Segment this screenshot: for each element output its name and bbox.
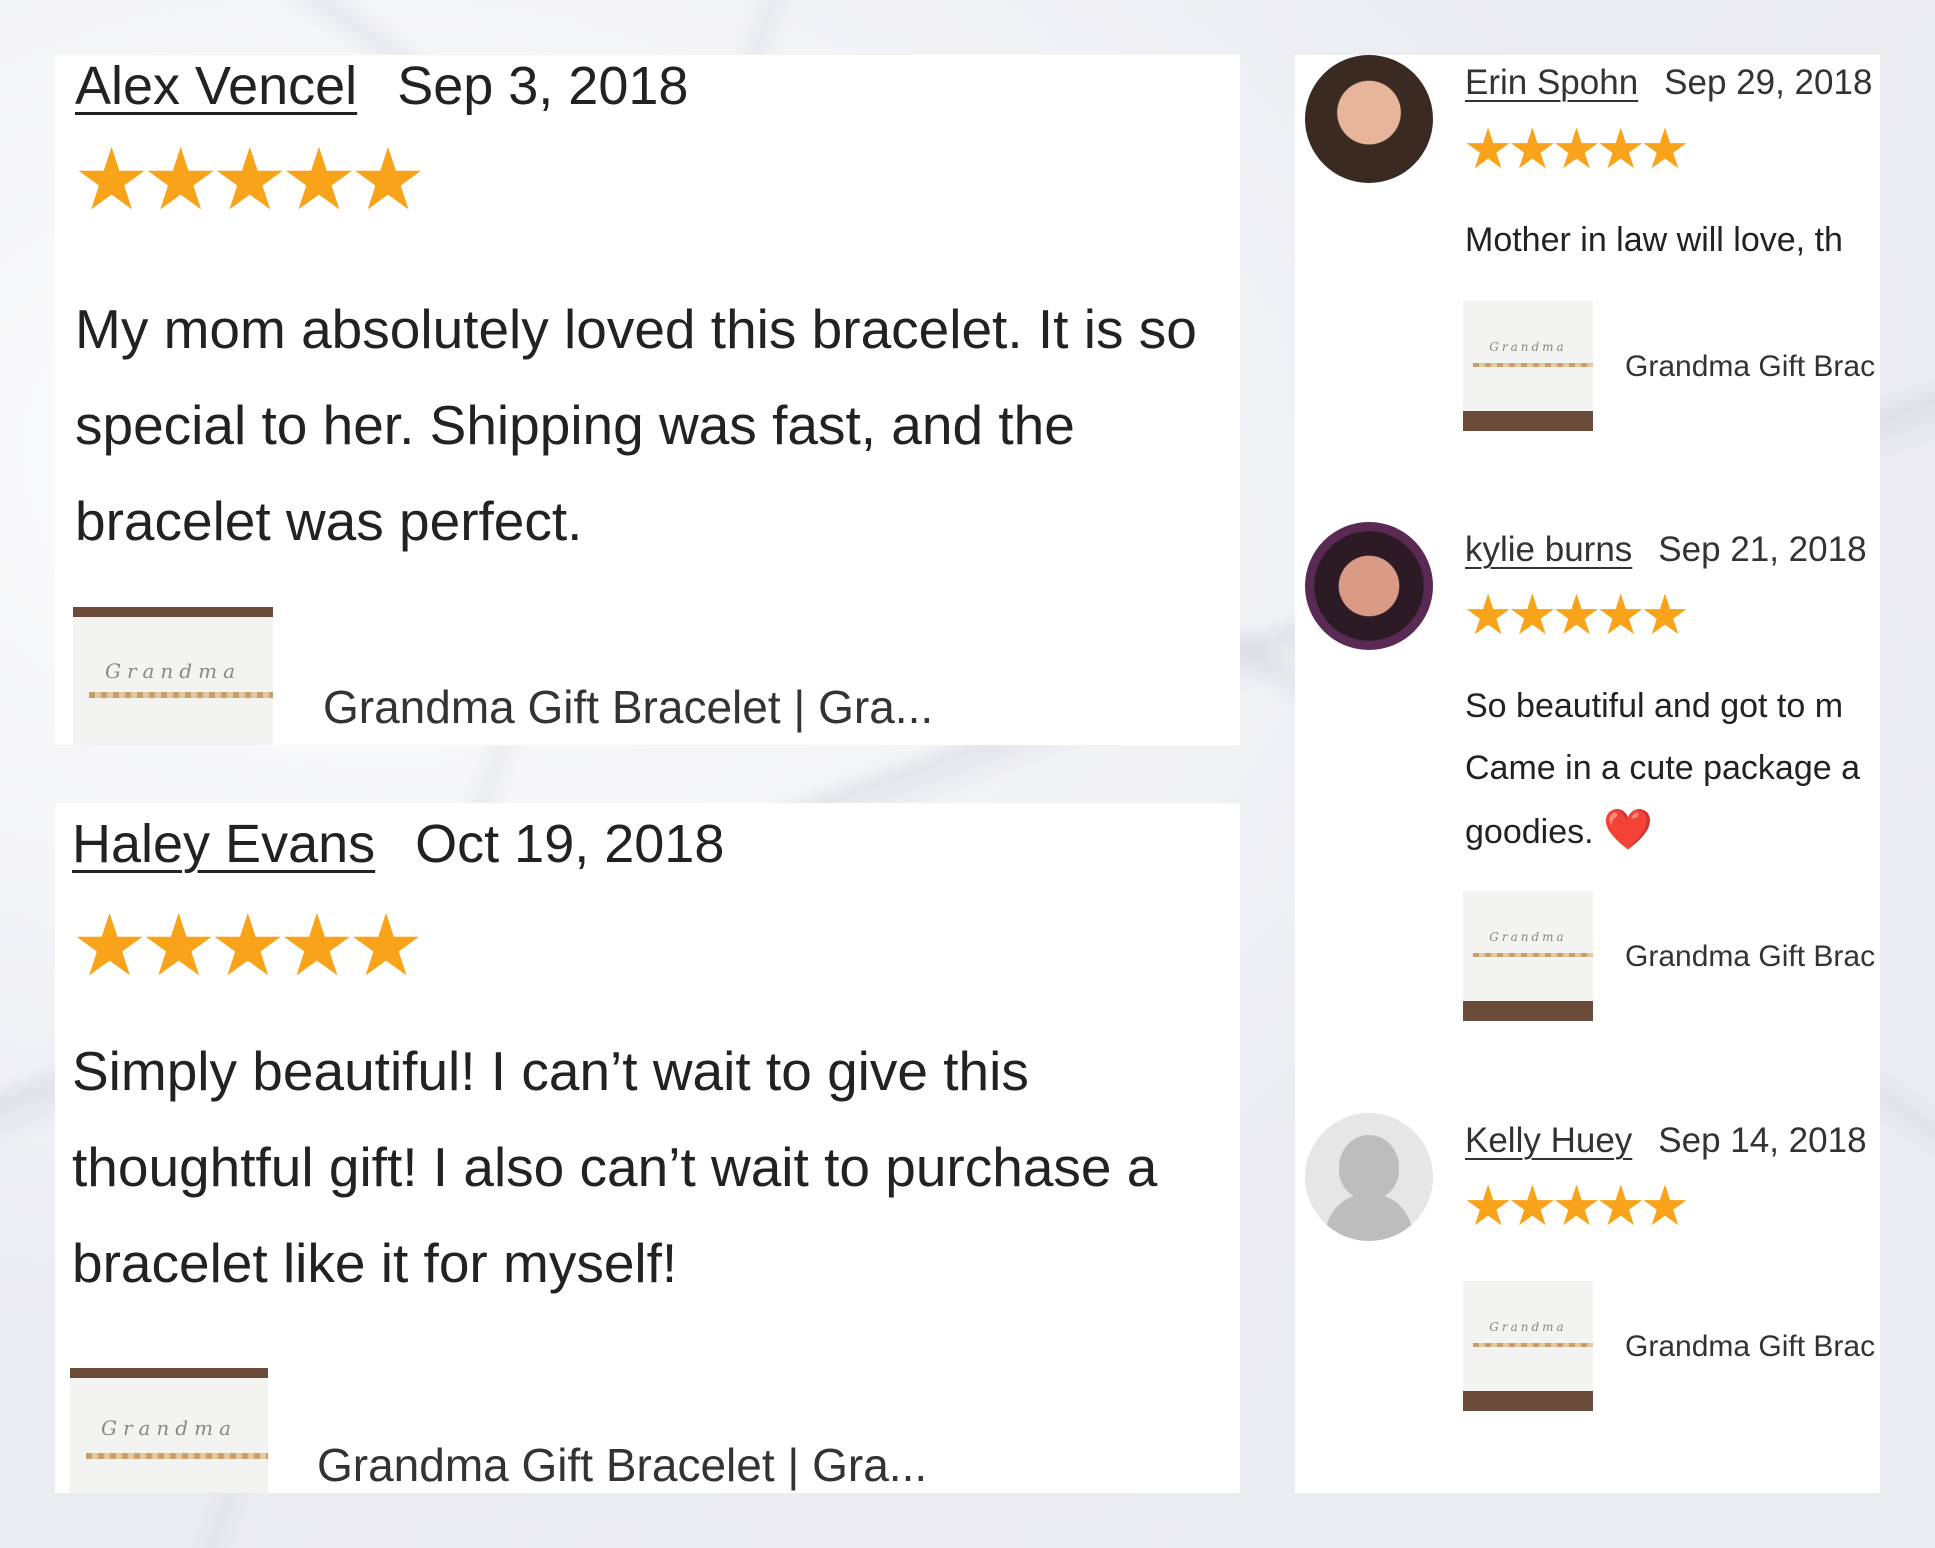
star-icon: ★ (1463, 1174, 1513, 1237)
star-icon: ★ (347, 898, 424, 994)
reviewer-name-link[interactable]: Erin Spohn (1465, 63, 1638, 103)
review-text-line: So beautiful and got to m (1465, 687, 1844, 725)
thumbnail-script: Grandma (100, 1415, 238, 1440)
product-thumbnail[interactable]: Grandma (73, 607, 273, 745)
default-avatar-body (1325, 1193, 1413, 1241)
reviewer-name-link[interactable]: Kelly Huey (1465, 1121, 1632, 1161)
review-header: Erin Spohn Sep 29, 2018 (1465, 63, 1872, 103)
thumbnail-script: Grandma (1489, 1320, 1567, 1334)
reviewer-name-link[interactable]: Alex Vencel (75, 55, 357, 117)
product-thumbnail[interactable]: Grandma (70, 1368, 268, 1493)
star-icon: ★ (1507, 117, 1557, 180)
star-icon: ★ (1551, 583, 1601, 646)
star-icon: ★ (73, 132, 150, 228)
star-icon: ★ (278, 898, 355, 994)
star-icon: ★ (1551, 1174, 1601, 1237)
product-link[interactable]: Grandma Gift Bracelet | Gra... (323, 680, 933, 734)
reviewer-avatar[interactable] (1305, 522, 1433, 650)
product-link[interactable]: Grandma Gift Bracelet | Gra... (317, 1438, 927, 1492)
star-icon: ★ (349, 132, 426, 228)
thumbnail-beads (89, 692, 273, 698)
thumbnail-beads (1473, 953, 1593, 957)
star-icon: ★ (1595, 117, 1646, 180)
review-date: Sep 14, 2018 (1658, 1121, 1867, 1160)
thumbnail-beads (85, 1453, 268, 1459)
thumbnail-base (1463, 1391, 1593, 1411)
thumbnail-base (1463, 1001, 1593, 1021)
star-rating: ★ ★ ★ ★ ★ (1463, 583, 1690, 646)
review-header: Haley Evans Oct 19, 2018 (72, 813, 724, 875)
star-icon: ★ (209, 898, 286, 994)
thumbnail-script: Grandma (104, 659, 242, 684)
review-date: Sep 3, 2018 (397, 56, 689, 116)
star-icon: ★ (1639, 583, 1690, 646)
review-text: Simply beautiful! I can’t wait to give t… (72, 1040, 1158, 1294)
star-icon: ★ (1595, 1174, 1646, 1237)
thumbnail-bracelet-cord (70, 1368, 268, 1378)
reviewer-avatar[interactable] (1305, 55, 1433, 183)
review-text: My mom absolutely loved this bracelet. I… (75, 298, 1197, 552)
review-date: Sep 29, 2018 (1664, 63, 1873, 102)
star-icon: ★ (1463, 117, 1513, 180)
reviewer-name-link[interactable]: Haley Evans (72, 813, 375, 875)
review-text: Mother in law will love, th (1465, 221, 1843, 259)
star-icon: ★ (1507, 1174, 1557, 1237)
thumbnail-base (1463, 411, 1593, 431)
star-icon: ★ (1463, 583, 1513, 646)
star-icon: ★ (280, 132, 357, 228)
review-date: Sep 21, 2018 (1658, 530, 1867, 569)
default-avatar-icon (1339, 1135, 1399, 1199)
star-rating: ★ ★ ★ ★ ★ (1463, 1174, 1690, 1237)
product-link[interactable]: Grandma Gift Brac (1625, 1330, 1875, 1364)
review-text-line: goodies. ❤️ (1465, 799, 1653, 863)
product-link[interactable]: Grandma Gift Brac (1625, 940, 1875, 974)
star-icon: ★ (1595, 583, 1646, 646)
thumbnail-bracelet-cord (73, 607, 273, 617)
heart-emoji: ❤️ (1603, 808, 1653, 852)
review-text-fragment: goodies. (1465, 813, 1594, 851)
star-icon: ★ (1639, 117, 1690, 180)
product-thumbnail[interactable]: Grandma (1463, 301, 1593, 431)
star-icon: ★ (1507, 583, 1557, 646)
thumbnail-script: Grandma (1489, 340, 1567, 354)
review-date: Oct 19, 2018 (415, 814, 725, 874)
review-text-line: Came in a cute package a (1465, 749, 1861, 787)
star-icon: ★ (142, 132, 219, 228)
review-header: kylie burns Sep 21, 2018 (1465, 530, 1867, 570)
reviewer-name-link[interactable]: kylie burns (1465, 530, 1632, 570)
reviewer-avatar[interactable] (1305, 1113, 1433, 1241)
thumbnail-beads (1473, 363, 1593, 367)
star-icon: ★ (211, 132, 288, 228)
star-icon: ★ (1551, 117, 1601, 180)
star-rating: ★ ★ ★ ★ ★ (73, 132, 427, 228)
review-header: Alex Vencel Sep 3, 2018 (75, 55, 688, 117)
star-rating: ★ ★ ★ ★ ★ (1463, 117, 1690, 180)
review-card-haley: Haley Evans Oct 19, 2018 ★ ★ ★ ★ ★ Simpl… (55, 803, 1240, 1493)
review-header: Kelly Huey Sep 14, 2018 (1465, 1121, 1867, 1161)
thumbnail-beads (1473, 1343, 1593, 1347)
thumbnail-script: Grandma (1489, 930, 1567, 944)
review-list-side: Erin Spohn Sep 29, 2018 ★ ★ ★ ★ ★ Mother… (1295, 55, 1880, 1493)
star-rating: ★ ★ ★ ★ ★ (71, 898, 425, 994)
product-thumbnail[interactable]: Grandma (1463, 1281, 1593, 1411)
product-link[interactable]: Grandma Gift Brac (1625, 350, 1875, 384)
product-thumbnail[interactable]: Grandma (1463, 891, 1593, 1021)
star-icon: ★ (71, 898, 148, 994)
star-icon: ★ (1639, 1174, 1690, 1237)
star-icon: ★ (140, 898, 217, 994)
review-card-alex: Alex Vencel Sep 3, 2018 ★ ★ ★ ★ ★ My mom… (55, 55, 1240, 745)
